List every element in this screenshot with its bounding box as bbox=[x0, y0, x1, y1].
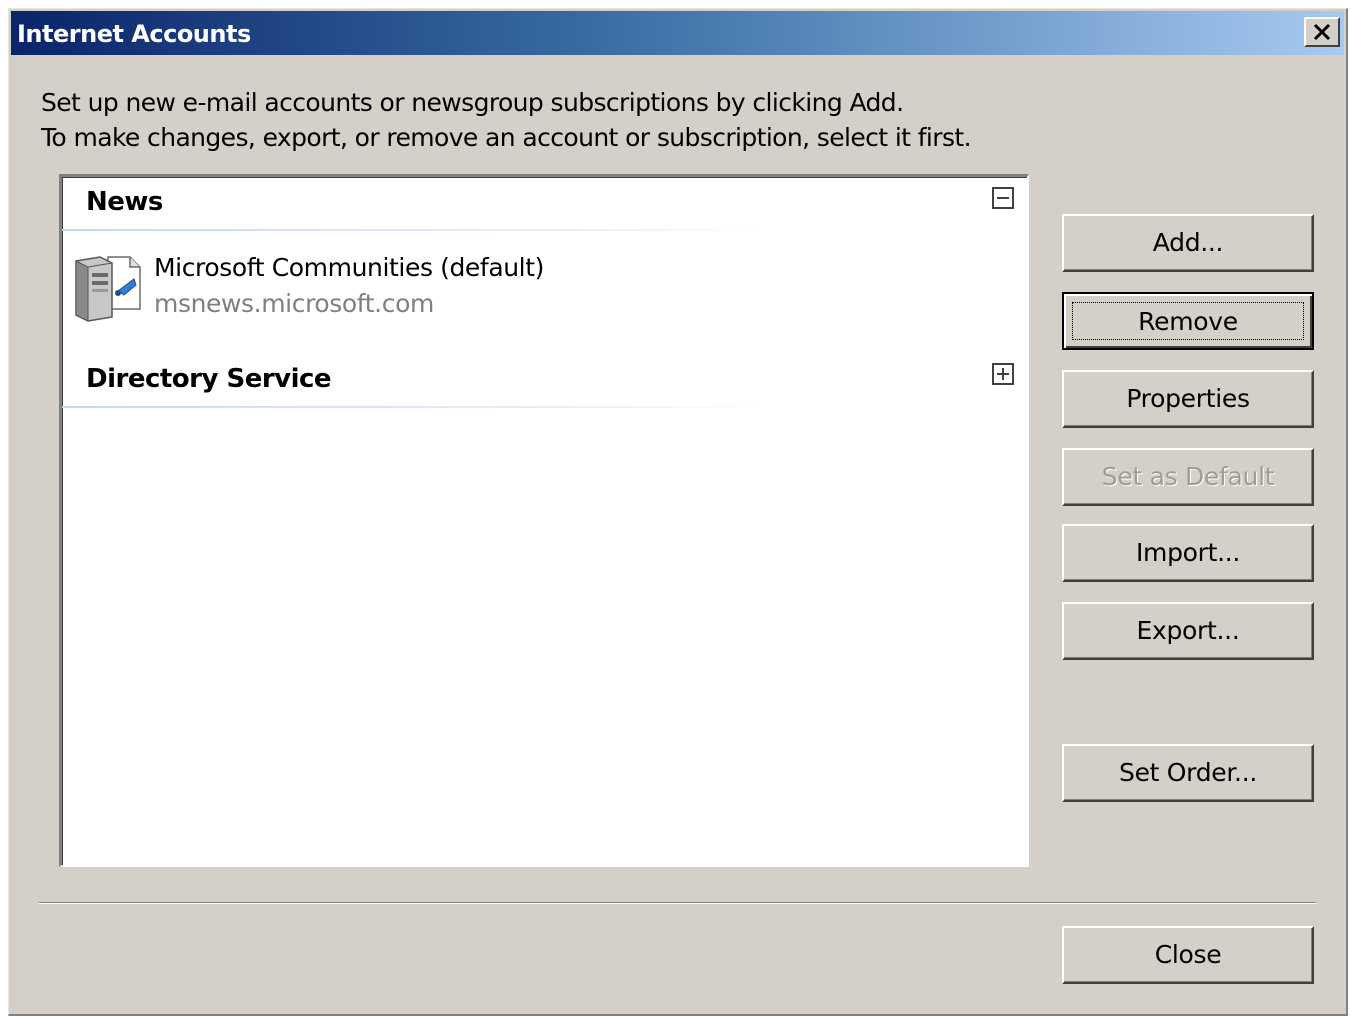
group-header-directory-service[interactable]: Directory Service bbox=[86, 364, 332, 394]
add-button[interactable]: Add... bbox=[1062, 214, 1314, 272]
export-button[interactable]: Export... bbox=[1062, 602, 1314, 660]
instructions-line-2: To make changes, export, or remove an ac… bbox=[41, 123, 972, 152]
footer-separator bbox=[39, 902, 1316, 904]
internet-accounts-dialog: Internet Accounts Set up new e-mail acco… bbox=[8, 8, 1348, 1016]
account-name: Microsoft Communities (default) bbox=[154, 253, 544, 282]
collapse-minus-icon[interactable] bbox=[992, 187, 1014, 209]
instructions-text: Set up new e-mail accounts or newsgroup … bbox=[41, 85, 972, 155]
accounts-list[interactable]: News Microsoft Communities (default) msn… bbox=[59, 174, 1029, 867]
group-header-news[interactable]: News bbox=[86, 187, 163, 217]
news-server-icon bbox=[75, 256, 141, 322]
remove-button-label: Remove bbox=[1072, 302, 1304, 340]
properties-button[interactable]: Properties bbox=[1062, 370, 1314, 428]
account-row-microsoft-communities[interactable]: Microsoft Communities (default) msnews.m… bbox=[70, 247, 770, 327]
set-order-button[interactable]: Set Order... bbox=[1062, 744, 1314, 802]
instructions-line-1: Set up new e-mail accounts or newsgroup … bbox=[41, 88, 904, 117]
account-server: msnews.microsoft.com bbox=[154, 289, 434, 318]
import-button[interactable]: Import... bbox=[1062, 524, 1314, 582]
close-window-button[interactable] bbox=[1304, 17, 1340, 47]
title-bar[interactable]: Internet Accounts bbox=[11, 11, 1344, 55]
set-as-default-button[interactable]: Set as Default bbox=[1062, 448, 1314, 506]
group-divider-news bbox=[62, 229, 762, 231]
remove-button[interactable]: Remove bbox=[1062, 292, 1314, 350]
group-divider-directory-service bbox=[62, 406, 762, 408]
expand-plus-icon[interactable] bbox=[992, 363, 1014, 385]
close-icon bbox=[1313, 23, 1331, 41]
close-button[interactable]: Close bbox=[1062, 926, 1314, 984]
window-title: Internet Accounts bbox=[17, 20, 251, 48]
